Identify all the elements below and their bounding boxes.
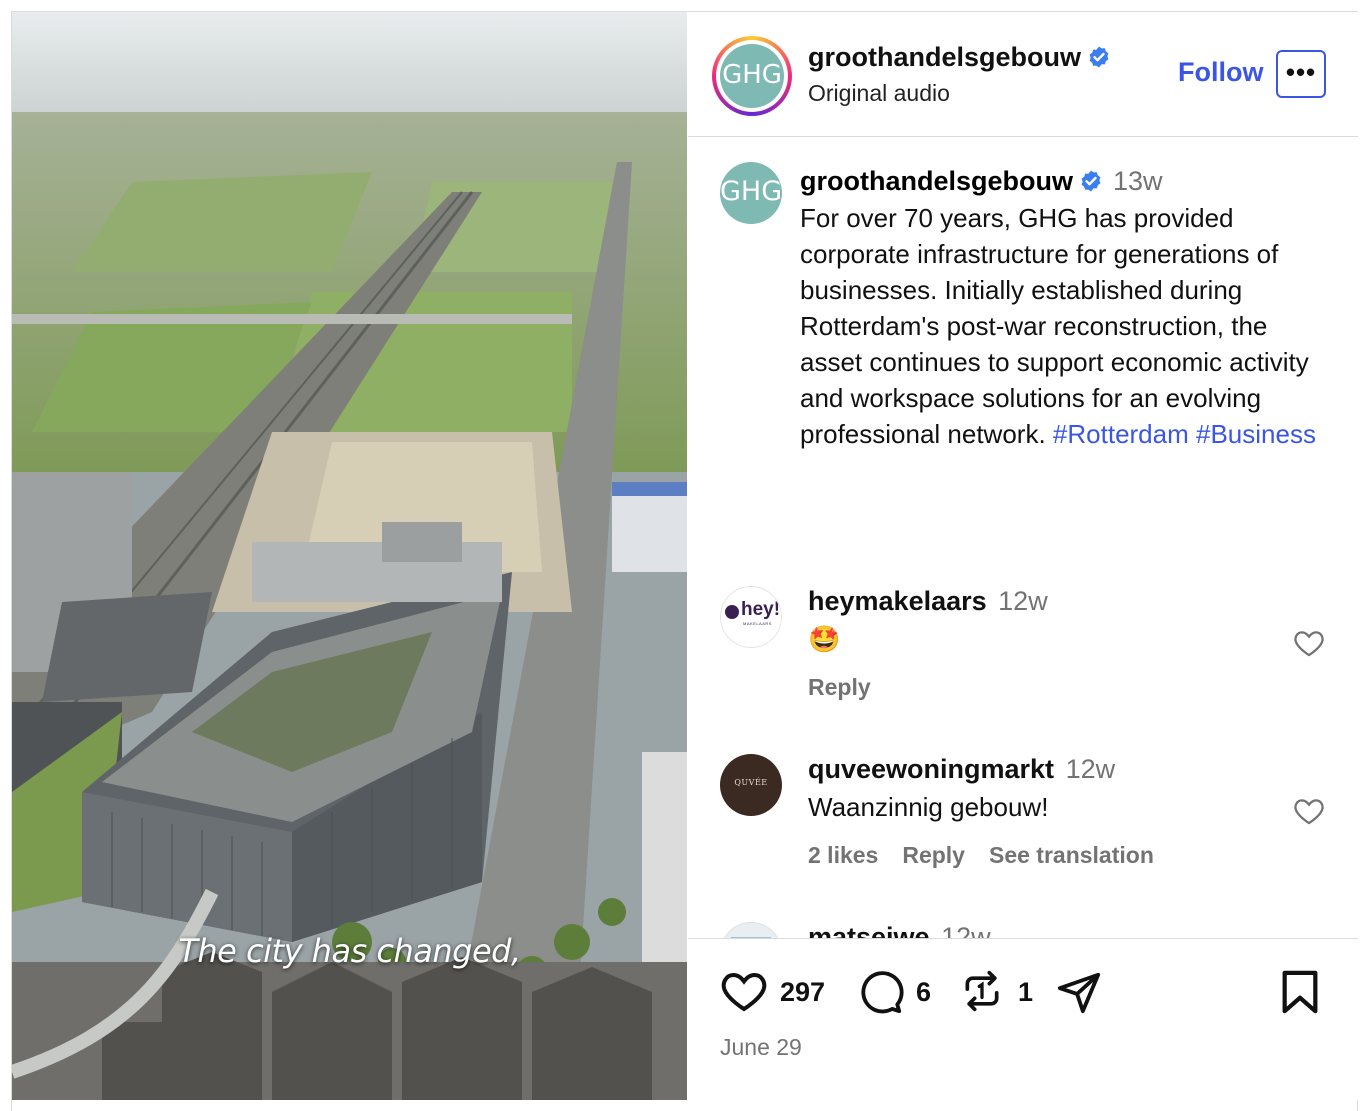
caption-text: For over 70 years, GHG has provided corp…: [800, 200, 1330, 452]
like-heart-icon[interactable]: [720, 969, 768, 1013]
header-username-text[interactable]: groothandelsgebouw: [808, 42, 1081, 72]
quvee-logo-text: QUVÉE: [734, 778, 768, 787]
comment-bubble-icon[interactable]: [858, 969, 904, 1015]
post-header: GHG groothandelsgebouw Original audio Fo…: [688, 12, 1358, 137]
comments-scroll-area[interactable]: GHG groothandelsgebouw 13w For over 70 ye…: [688, 138, 1358, 938]
comment-time: 12w: [998, 586, 1048, 616]
comment-item: QUVÉE quveewoningmarkt 12w Waanzinnig ge…: [688, 754, 1358, 914]
comment-likes-button[interactable]: 2 likes: [808, 842, 878, 868]
comment-username: quveewoningmarkt 12w: [808, 754, 1115, 785]
comment-text: 🤩: [808, 624, 841, 654]
video-caption: The city has changed,: [178, 932, 521, 970]
post-video[interactable]: The city has changed,: [12, 12, 687, 1100]
caption-username-text[interactable]: groothandelsgebouw: [800, 166, 1073, 196]
like-comment-heart-icon[interactable]: [1292, 626, 1326, 660]
comment-avatar[interactable]: QUVÉE: [720, 754, 782, 816]
hashtag-link[interactable]: #Business: [1196, 419, 1316, 449]
comment-time: 12w: [1065, 754, 1116, 784]
comment-actions: 2 likes Reply See translation: [808, 842, 1178, 869]
comment-item: matseiwe 12w: [688, 922, 1358, 938]
caption-body: For over 70 years, GHG has provided corp…: [800, 203, 1309, 449]
likes-count[interactable]: 297: [780, 977, 825, 1008]
comment-username-text[interactable]: quveewoningmarkt: [808, 754, 1054, 784]
hey-logo-icon: [725, 605, 739, 619]
comment-avatar[interactable]: hey! MAKELAARS: [720, 586, 782, 648]
comments-count[interactable]: 6: [916, 977, 931, 1008]
follow-button[interactable]: Follow: [1178, 57, 1263, 88]
verified-badge-icon: [1081, 170, 1101, 192]
like-comment-heart-icon[interactable]: [1292, 794, 1326, 828]
post-side-panel: GHG groothandelsgebouw Original audio Fo…: [688, 12, 1358, 1100]
caption-time: 13w: [1113, 166, 1163, 196]
original-audio-link[interactable]: Original audio: [808, 80, 950, 107]
see-translation-button[interactable]: See translation: [989, 842, 1154, 868]
hashtag-link[interactable]: #Rotterdam: [1053, 419, 1189, 449]
caption-avatar[interactable]: GHG: [720, 162, 782, 224]
save-bookmark-icon[interactable]: [1280, 969, 1320, 1015]
comment-username-text[interactable]: matseiwe: [808, 922, 930, 938]
comment-avatar[interactable]: [720, 922, 782, 938]
verified-badge-icon: [1089, 46, 1109, 68]
comment-time: 12w: [941, 922, 991, 938]
comment-username: matseiwe 12w: [808, 922, 991, 938]
comment-username-text[interactable]: heymakelaars: [808, 586, 987, 616]
reply-button[interactable]: Reply: [808, 674, 871, 700]
caption-username: groothandelsgebouw 13w: [800, 166, 1163, 197]
hey-logo-subtext: MAKELAARS: [743, 621, 772, 626]
reposts-count[interactable]: 1: [1018, 977, 1033, 1008]
post-actions-bar: 297 6 1 June 29: [688, 938, 1358, 1100]
avatar: GHG: [720, 44, 784, 108]
comment-username: heymakelaars 12w: [808, 586, 1048, 617]
comment-text: Waanzinnig gebouw!: [808, 792, 1049, 822]
header-username[interactable]: groothandelsgebouw: [808, 42, 1111, 73]
share-send-icon[interactable]: [1056, 969, 1102, 1015]
comment-item: hey! MAKELAARS heymakelaars 12w 🤩 Reply: [688, 586, 1358, 746]
story-ring-avatar[interactable]: GHG: [712, 36, 792, 116]
repost-icon[interactable]: [960, 969, 1004, 1013]
post-date[interactable]: June 29: [720, 1034, 802, 1061]
more-options-button[interactable]: •••: [1276, 50, 1326, 98]
more-options-icon: •••: [1285, 57, 1317, 87]
hey-logo-text: hey!: [741, 599, 781, 620]
reply-button[interactable]: Reply: [902, 842, 965, 868]
comment-actions: Reply: [808, 674, 895, 701]
